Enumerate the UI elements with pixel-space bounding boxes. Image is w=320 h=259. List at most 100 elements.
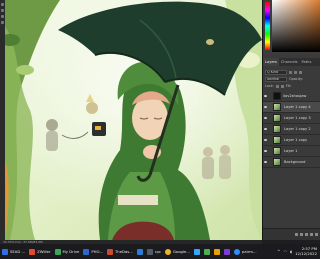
taskbar-item[interactable]: ZWiller	[27, 244, 52, 259]
opacity-label: Opacity:	[289, 77, 303, 81]
layer-name: Background	[284, 160, 306, 164]
taskbar-label: TheDas...	[114, 249, 133, 254]
visibility-eye-icon[interactable]	[263, 124, 267, 135]
tab-channels[interactable]: Channels	[279, 58, 300, 66]
layer-name: Layer 1 copy	[284, 138, 308, 142]
taskbar-item[interactable]: TheDas...	[105, 244, 135, 259]
app-icon	[223, 248, 230, 255]
taskbar-label: pairm...	[241, 249, 257, 254]
layer-controls: Q Kind Normal Opacity: Lock: Fill:	[263, 68, 320, 90]
filter-icon[interactable]	[294, 70, 297, 74]
lock-icon[interactable]	[275, 84, 279, 88]
blend-mode-select[interactable]: Normal	[265, 76, 287, 82]
layer-name: Layer 1	[284, 149, 298, 153]
filter-icon[interactable]	[289, 70, 292, 74]
tab-layers[interactable]: Layers	[263, 58, 279, 66]
tool-icon[interactable]	[1, 3, 4, 6]
taskbar-item[interactable]: rpc	[145, 244, 163, 259]
taskbar-item[interactable]	[135, 244, 145, 259]
windows-taskbar: SEAD ... ZWiller My Drive PHO... TheDas.…	[0, 244, 320, 259]
illustration	[0, 0, 262, 240]
system-tray: ^ ◠ ◖ 2:57 PM 12/12/2022	[277, 246, 320, 256]
layer-row[interactable]: Layer 1 copy 3	[263, 113, 320, 124]
layer-thumbnail	[273, 147, 281, 155]
color-picker[interactable]	[263, 0, 320, 55]
layer-name: Layer 1 copy 2	[284, 127, 311, 131]
fx-icon[interactable]	[300, 233, 303, 236]
app-icon	[146, 248, 153, 255]
filter-icon[interactable]	[299, 70, 302, 74]
app-icon	[83, 248, 90, 255]
layers-panel-footer	[263, 228, 320, 240]
layer-thumbnail	[273, 103, 281, 111]
visibility-eye-icon[interactable]	[263, 102, 267, 113]
layer-row[interactable]: Layer 1 copy 2	[263, 124, 320, 135]
taskbar-item[interactable]: pairm...	[232, 244, 259, 259]
link-icon[interactable]	[295, 233, 298, 236]
app-icon	[29, 248, 36, 255]
app-icon	[203, 248, 210, 255]
trash-icon[interactable]	[315, 233, 318, 236]
layer-name: Layer 1 copy 3	[284, 116, 311, 120]
layer-list: ilov2shoujaw Layer 1 copy 4 Layer 1 copy…	[263, 91, 320, 168]
taskbar-item[interactable]	[212, 244, 222, 259]
tab-paths[interactable]: Paths	[300, 58, 314, 66]
layer-kind-filter[interactable]: Q Kind	[265, 69, 287, 75]
app-icon	[2, 248, 8, 255]
app-icon	[213, 248, 220, 255]
clock-date: 12/12/2022	[295, 250, 317, 256]
tools-strip[interactable]	[0, 0, 5, 240]
tool-icon[interactable]	[1, 9, 4, 12]
layer-row[interactable]: Layer 1 copy	[263, 135, 320, 146]
app-icon	[106, 248, 113, 255]
tool-icon[interactable]	[1, 21, 4, 24]
taskbar-label: Google...	[172, 249, 190, 254]
app-icon	[54, 248, 61, 255]
layer-row[interactable]: ilov2shoujaw	[263, 91, 320, 102]
taskbar-item[interactable]	[222, 244, 232, 259]
chevron-up-icon[interactable]: ^	[277, 249, 280, 254]
lock-label: Lock:	[265, 84, 274, 88]
taskbar-label: rpc	[154, 249, 161, 254]
taskbar-item[interactable]	[202, 244, 212, 259]
volume-icon[interactable]: ◖	[290, 249, 292, 254]
layer-row[interactable]: Layer 1	[263, 146, 320, 157]
taskbar-item[interactable]: My Drive	[53, 244, 82, 259]
taskbar-label: ZWiller	[37, 249, 51, 254]
new-layer-icon[interactable]	[310, 233, 313, 236]
layer-row[interactable]: Background	[263, 157, 320, 168]
visibility-eye-icon[interactable]	[263, 91, 267, 102]
taskbar-label: SEAD ...	[10, 249, 26, 254]
visibility-eye-icon[interactable]	[263, 146, 267, 157]
canvas-area[interactable]	[0, 0, 262, 240]
taskbar-item[interactable]	[192, 244, 202, 259]
layer-thumbnail	[273, 114, 281, 122]
layer-thumbnail	[273, 158, 281, 166]
app-icon	[136, 248, 143, 255]
chrome-icon	[164, 248, 171, 255]
zoom-icon	[233, 248, 240, 255]
layer-thumbnail	[273, 92, 281, 100]
taskbar-label: My Drive	[62, 249, 80, 254]
fill-label: Fill:	[285, 84, 292, 88]
taskbar-item[interactable]: Google...	[163, 244, 192, 259]
visibility-eye-icon[interactable]	[263, 135, 267, 146]
visibility-eye-icon[interactable]	[263, 157, 267, 168]
layer-name: Layer 1 copy 4	[284, 105, 311, 109]
color-field[interactable]	[272, 0, 320, 52]
taskbar-item[interactable]: SEAD ...	[0, 244, 27, 259]
layer-row[interactable]: Layer 1 copy 4	[263, 102, 320, 113]
layer-thumbnail	[273, 136, 281, 144]
layers-panel-tabs: Layers Channels Paths	[263, 58, 320, 66]
hue-slider[interactable]	[265, 2, 270, 50]
tool-icon[interactable]	[1, 15, 4, 18]
clock[interactable]: 2:57 PM 12/12/2022	[295, 246, 317, 256]
right-panel: Layers Channels Paths Q Kind Normal Opac…	[262, 0, 320, 240]
taskbar-label: PHO...	[91, 249, 103, 254]
taskbar-item[interactable]: PHO...	[81, 244, 105, 259]
lock-icon[interactable]	[280, 84, 284, 88]
visibility-eye-icon[interactable]	[263, 113, 267, 124]
layer-name: ilov2shoujaw	[283, 94, 307, 98]
mask-icon[interactable]	[305, 233, 308, 236]
wifi-icon[interactable]: ◠	[284, 249, 288, 254]
